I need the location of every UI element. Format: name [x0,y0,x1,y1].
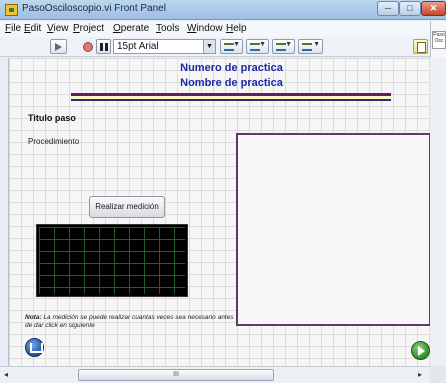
oscilloscope-grid [39,227,185,294]
header-divider-bottom [71,99,391,101]
vi-icon-thumbnail[interactable]: Paso Osc [432,31,446,49]
next-arrow-icon[interactable] [411,341,430,360]
close-button[interactable]: ✕ [421,1,446,16]
measure-button[interactable]: Realizar medición [89,196,165,218]
font-select[interactable]: 15pt Arial ▼ [113,39,216,54]
minimize-button[interactable]: ─ [377,1,399,16]
menu-edit[interactable]: Edit [24,23,41,34]
scrollbar-corner [430,366,446,383]
menu-file[interactable]: File [5,23,21,34]
home-icon[interactable] [25,338,44,357]
window-title: PasoOsciloscopio.vi Front Panel [22,3,166,14]
distribute-icon[interactable]: ▼ [246,39,269,54]
menu-tools[interactable]: Tools [156,23,179,34]
font-select-value: 15pt Arial [117,41,159,52]
resize-icon[interactable]: ▼ [272,39,295,54]
procedure-text: Procedimiento [28,137,80,146]
align-icon[interactable]: ▼ [220,39,243,54]
menu-project[interactable]: Project [73,23,104,34]
note-body: La medición se puede realizar cuantas ve… [25,314,234,329]
scroll-thumb[interactable]: III [78,369,274,381]
step-title: Titulo paso [28,113,76,123]
menu-window[interactable]: Window [187,23,223,34]
oscilloscope-display [36,224,188,297]
note-label: Nota: [25,314,42,321]
pause-icon[interactable] [96,39,111,54]
note-text: Nota: La medición se puede realizar cuan… [25,314,240,330]
menu-view[interactable]: View [47,23,69,34]
maximize-button[interactable]: □ [399,1,421,16]
app-icon [5,4,18,16]
reorder-icon[interactable]: ▼ [298,39,323,54]
practice-number-label: Numero de practica [180,62,283,74]
front-panel-canvas: Numero de practica Nombre de practica Ti… [8,58,438,366]
menu-help[interactable]: Help [226,23,247,34]
horizontal-scrollbar[interactable]: ◂ III ▸ [0,366,430,383]
graph-frame [236,133,431,326]
scroll-left-icon[interactable]: ◂ [4,370,8,379]
menu-operate[interactable]: Operate [113,23,149,34]
vertical-scrollbar[interactable] [430,58,446,368]
menu-bar: File Edit View Project Operate Tools Win… [0,21,430,37]
title-bar[interactable]: PasoOsciloscopio.vi Front Panel ─ □ ✕ [0,0,446,20]
practice-name-label: Nombre de practica [180,77,283,89]
run-arrow-icon[interactable] [50,39,67,54]
context-help-icon[interactable] [413,39,428,54]
chevron-down-icon[interactable]: ▼ [203,40,215,53]
record-icon[interactable] [83,42,93,52]
labview-window: PasoOsciloscopio.vi Front Panel ─ □ ✕ Fi… [0,0,446,383]
scroll-right-icon[interactable]: ▸ [418,370,422,379]
